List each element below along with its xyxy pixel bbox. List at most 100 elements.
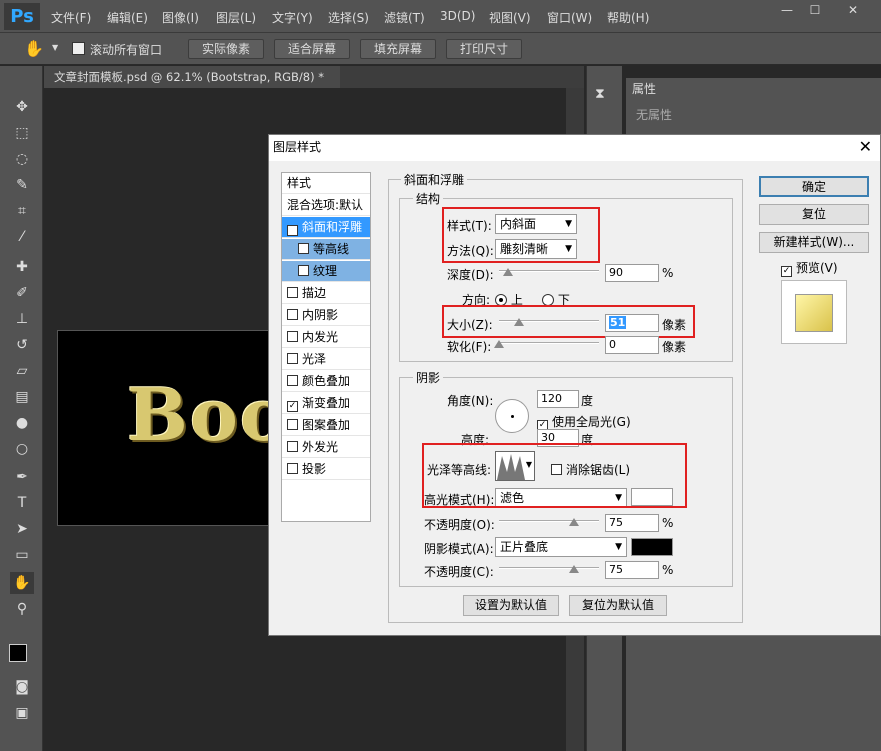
- minimize-button[interactable]: —: [772, 2, 802, 18]
- style-item[interactable]: 内阴影: [282, 305, 370, 326]
- close-button[interactable]: ✕: [838, 2, 868, 18]
- style-item[interactable]: ✓ 斜面和浮雕: [282, 217, 370, 238]
- style-item[interactable]: 描边: [282, 283, 370, 304]
- menu-window[interactable]: 窗口(W): [547, 9, 592, 26]
- tool-preset-dropdown-icon[interactable]: ▼: [52, 43, 58, 52]
- blend-options-item[interactable]: 混合选项:默认: [282, 195, 370, 216]
- style-item-label: 渐变叠加: [302, 396, 351, 410]
- move-tool-icon[interactable]: ✥: [10, 96, 34, 118]
- angle-label: 角度(N):: [447, 394, 494, 408]
- blur-tool-icon[interactable]: ●: [10, 412, 34, 434]
- style-item[interactable]: 投影: [282, 459, 370, 480]
- style-item-label: 等高线: [313, 242, 350, 256]
- highlight-opacity-slider-thumb[interactable]: [569, 518, 579, 526]
- angle-dial[interactable]: [495, 399, 529, 433]
- menu-help[interactable]: 帮助(H): [607, 9, 649, 26]
- menu-filter[interactable]: 滤镜(T): [384, 9, 425, 26]
- shadow-opacity-slider[interactable]: [499, 567, 599, 569]
- reset-button[interactable]: 复位: [759, 204, 869, 225]
- soften-label: 软化(F):: [447, 340, 492, 354]
- document-tab-title: 文章封面模板.psd @ 62.1% (Bootstrap, RGB/8) *: [54, 70, 324, 84]
- shadow-mode-select[interactable]: 正片叠底 ▼: [495, 537, 627, 557]
- print-size-button[interactable]: 打印尺寸: [446, 39, 522, 59]
- hand-tool-icon[interactable]: ✋: [10, 572, 34, 594]
- style-item-label: 纹理: [313, 264, 338, 278]
- make-default-button[interactable]: 设置为默认值: [463, 595, 559, 616]
- quick-mask-icon[interactable]: ◙: [10, 676, 34, 698]
- depth-input[interactable]: 90: [605, 264, 659, 282]
- style-item[interactable]: 颜色叠加: [282, 371, 370, 392]
- hand-tool-icon[interactable]: ✋: [24, 39, 44, 58]
- menu-type[interactable]: 文字(Y): [272, 9, 313, 26]
- healing-brush-tool-icon[interactable]: ✚: [10, 256, 34, 278]
- actual-pixels-button[interactable]: 实际像素: [188, 39, 264, 59]
- soften-input[interactable]: 0: [605, 336, 659, 354]
- style-item[interactable]: 光泽: [282, 349, 370, 370]
- menu-file[interactable]: 文件(F): [51, 9, 91, 26]
- document-tab[interactable]: 文章封面模板.psd @ 62.1% (Bootstrap, RGB/8) * …: [44, 66, 340, 106]
- chevron-down-icon: ▼: [615, 542, 622, 552]
- gradient-tool-icon[interactable]: ▤: [10, 386, 34, 408]
- menu-3d[interactable]: 3D(D): [440, 9, 475, 23]
- menu-select[interactable]: 选择(S): [328, 9, 369, 26]
- clone-stamp-tool-icon[interactable]: ⊥: [10, 308, 34, 330]
- styles-header[interactable]: 样式: [282, 173, 370, 194]
- crop-tool-icon[interactable]: ⌗: [10, 200, 34, 222]
- soften-unit: 像素: [662, 340, 687, 354]
- marquee-tool-icon[interactable]: ⬚: [10, 122, 34, 144]
- new-style-button[interactable]: 新建样式(W)...: [759, 232, 869, 253]
- style-item[interactable]: 外发光: [282, 437, 370, 458]
- history-panel-icon[interactable]: ⧗: [595, 86, 605, 102]
- highlight-opacity-input[interactable]: 75: [605, 514, 659, 532]
- dialog-close-icon[interactable]: ✕: [859, 135, 872, 159]
- shape-tool-icon[interactable]: ▭: [10, 544, 34, 566]
- eraser-tool-icon[interactable]: ▱: [10, 360, 34, 382]
- restore-button[interactable]: ☐: [800, 2, 830, 18]
- scroll-all-windows-checkbox[interactable]: [72, 42, 85, 55]
- menu-edit[interactable]: 编辑(E): [107, 9, 148, 26]
- preview-checkbox[interactable]: ✓ 预览(V): [781, 259, 838, 277]
- style-item[interactable]: ✓ 渐变叠加: [282, 393, 370, 414]
- highlight-opacity-unit: %: [662, 516, 674, 530]
- style-item[interactable]: 纹理: [282, 261, 370, 282]
- checkbox-icon: [287, 287, 298, 298]
- eyedropper-tool-icon[interactable]: ⁄: [10, 226, 34, 248]
- tools-panel: ✥ ⬚ ◌ ✎ ⌗ ⁄ ✚ ✐ ⊥ ↺ ▱ ▤ ● ○ ✒ T ➤ ▭ ✋ ⚲ …: [0, 66, 43, 751]
- angle-input[interactable]: 120: [537, 390, 579, 408]
- quick-select-tool-icon[interactable]: ✎: [10, 174, 34, 196]
- brush-tool-icon[interactable]: ✐: [10, 282, 34, 304]
- type-tool-icon[interactable]: T: [10, 492, 34, 514]
- menu-view[interactable]: 视图(V): [489, 9, 531, 26]
- soften-slider-thumb[interactable]: [494, 340, 504, 348]
- ok-button[interactable]: 确定: [759, 176, 869, 197]
- soften-slider[interactable]: [499, 342, 599, 344]
- menu-layer[interactable]: 图层(L): [216, 9, 256, 26]
- shadow-mode-label: 阴影模式(A):: [424, 542, 494, 556]
- depth-slider-thumb[interactable]: [503, 268, 513, 276]
- lasso-tool-icon[interactable]: ◌: [10, 148, 34, 170]
- path-select-tool-icon[interactable]: ➤: [10, 518, 34, 540]
- reset-default-button[interactable]: 复位为默认值: [569, 595, 667, 616]
- pen-tool-icon[interactable]: ✒: [10, 466, 34, 488]
- shadow-opacity-slider-thumb[interactable]: [569, 565, 579, 573]
- screen-mode-icon[interactable]: ▣: [10, 702, 34, 724]
- menu-image[interactable]: 图像(I): [162, 9, 199, 26]
- highlight-opacity-label: 不透明度(O):: [424, 518, 495, 532]
- checkbox-icon: [287, 463, 298, 474]
- shadow-opacity-label: 不透明度(C):: [424, 565, 494, 579]
- dodge-tool-icon[interactable]: ○: [10, 438, 34, 460]
- zoom-tool-icon[interactable]: ⚲: [10, 598, 34, 620]
- history-brush-tool-icon[interactable]: ↺: [10, 334, 34, 356]
- shadow-color-swatch[interactable]: [631, 538, 673, 556]
- foreground-color-swatch[interactable]: [9, 644, 27, 662]
- shadow-opacity-unit: %: [662, 563, 674, 577]
- style-item[interactable]: 内发光: [282, 327, 370, 348]
- style-item[interactable]: 等高线: [282, 239, 370, 260]
- highlight-opacity-slider[interactable]: [499, 520, 599, 522]
- style-item[interactable]: 图案叠加: [282, 415, 370, 436]
- fill-screen-button[interactable]: 填充屏幕: [360, 39, 436, 59]
- shadow-opacity-input[interactable]: 75: [605, 561, 659, 579]
- depth-label: 深度(D):: [447, 268, 494, 282]
- fit-screen-button[interactable]: 适合屏幕: [274, 39, 350, 59]
- depth-slider[interactable]: [499, 270, 599, 272]
